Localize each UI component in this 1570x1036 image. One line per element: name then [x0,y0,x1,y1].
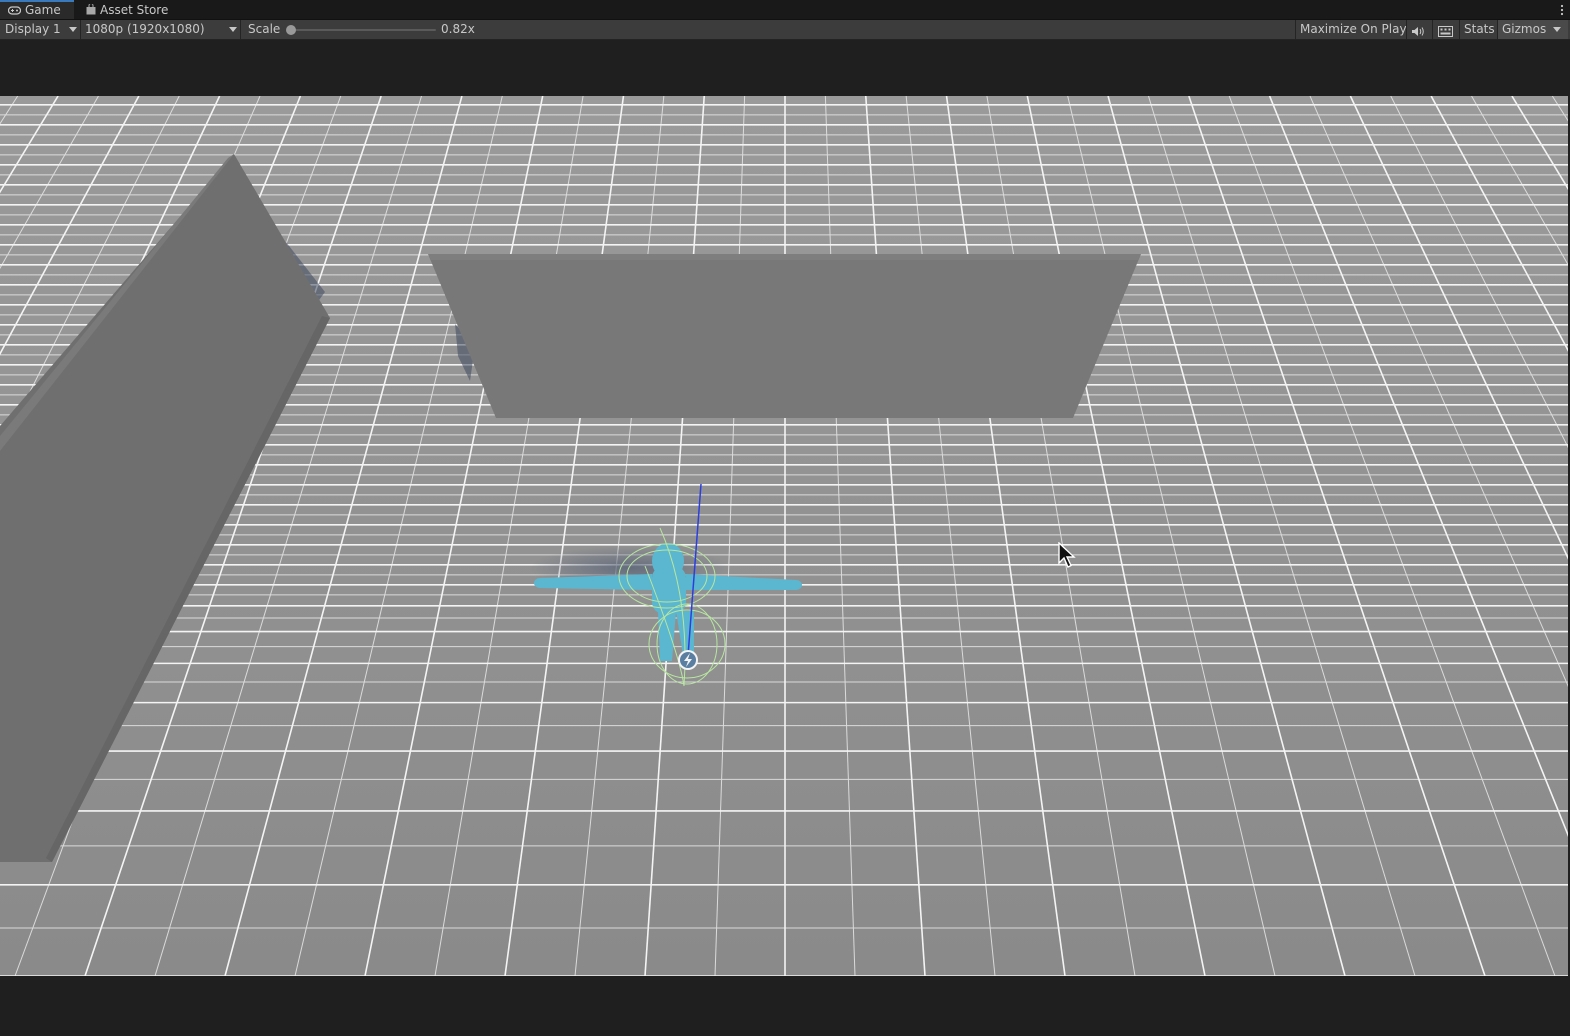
chevron-down-icon[interactable] [1553,27,1561,32]
game-view-panel [0,40,1570,1036]
resolution-dropdown-label: 1080p (1920x1080) [85,22,205,36]
tab-game-label: Game [25,3,61,17]
shopping-bag-icon [86,4,96,15]
game-viewport[interactable] [0,96,1568,976]
toolbar-divider [1406,20,1407,39]
toolbar-divider [1432,20,1433,39]
stats-button[interactable]: Stats [1460,20,1499,39]
chevron-down-icon [229,27,237,32]
scale-slider-thumb[interactable] [286,25,296,35]
gizmos-label: Gizmos [1502,22,1547,36]
editor-tab-bar: Game Asset Store [0,0,1570,20]
tab-asset-store[interactable]: Asset Store [78,0,176,19]
resolution-dropdown[interactable]: 1080p (1920x1080) [85,20,239,39]
back-wall [428,254,1141,418]
speaker-icon[interactable] [1411,24,1425,36]
lightning-icon [678,650,698,670]
game-view-toolbar: Display 1 1080p (1920x1080) Scale 0.82x … [0,20,1570,40]
keyboard-icon[interactable] [1438,24,1453,37]
chevron-down-icon [69,27,77,32]
display-dropdown-label: Display 1 [5,22,61,36]
tab-asset-store-label: Asset Store [100,2,169,17]
scale-label: Scale [248,22,281,36]
scale-value: 0.82x [441,22,475,36]
display-dropdown[interactable]: Display 1 [5,20,79,39]
back-wall-edge [428,254,1141,260]
maximize-on-play-button[interactable]: Maximize On Play [1296,20,1411,39]
toolbar-divider [240,20,241,39]
mouse-pointer-icon [1058,541,1076,573]
toolbar-divider [80,20,81,39]
gamepad-icon [8,6,21,15]
kebab-menu-icon[interactable] [1560,0,1564,19]
scale-slider-track[interactable] [290,29,436,31]
tab-game[interactable]: Game [0,0,74,19]
